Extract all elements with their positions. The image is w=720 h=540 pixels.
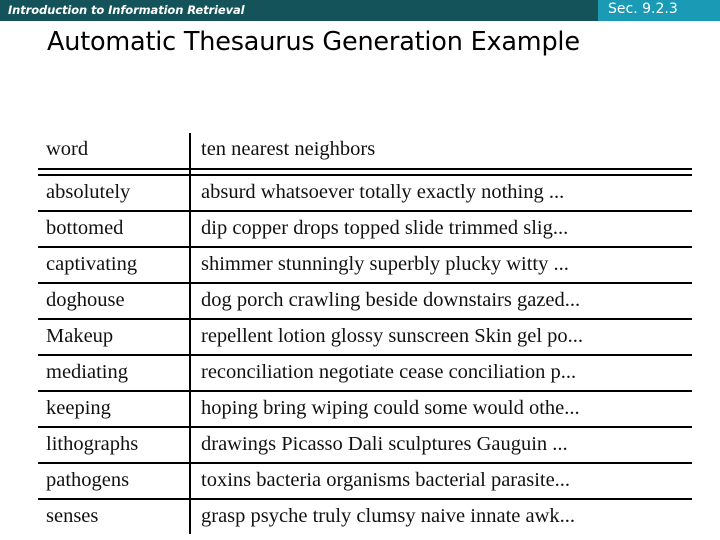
row-neighbors: dog porch crawling beside downstairs gaz… [190,283,692,320]
table-row: lithographs drawings Picasso Dali sculpt… [38,427,692,464]
table-row: absolutely absurd whatsoever totally exa… [38,175,692,212]
row-word: doghouse [38,283,191,320]
row-word: keeping [38,391,191,428]
row-neighbors: hoping bring wiping could some would oth… [190,391,692,428]
row-word: bottomed [38,211,191,248]
row-neighbors: grasp psyche truly clumsy naive innate a… [201,505,576,527]
row-word: senses [38,499,191,534]
row-neighbors: drawings Picasso Dali sculptures Gauguin… [190,427,692,464]
table-row: pathogens toxins bacteria organisms bact… [38,463,692,500]
page-title: Automatic Thesaurus Generation Example [47,27,580,57]
row-neighbors: dip copper drops topped slide trimmed sl… [190,211,692,248]
table-row: bottomed dip copper drops topped slide t… [38,211,692,248]
row-neighbors: shimmer stunningly superbly plucky witty… [190,247,692,284]
table-row: senses grasp psyche truly clumsy naive i… [38,499,692,534]
column-header-neighbors: ten nearest neighbors [190,133,692,170]
row-word: mediating [38,355,191,392]
thesaurus-table-body: word ten nearest neighbors absolutely ab… [38,133,692,534]
row-word: absolutely [38,175,191,212]
row-neighbors: repellent lotion glossy sunscreen Skin g… [190,319,692,356]
course-title: Introduction to Information Retrieval [8,3,245,17]
table-row: mediating reconciliation negotiate cease… [38,355,692,392]
table-row: captivating shimmer stunningly superbly … [38,247,692,284]
row-word: Makeup [38,319,191,356]
table-row: Makeup repellent lotion glossy sunscreen… [38,319,692,356]
thesaurus-table: word ten nearest neighbors absolutely ab… [38,133,692,534]
table-row: doghouse dog porch crawling beside downs… [38,283,692,320]
slide-header-bar: Introduction to Information Retrieval Se… [0,0,720,21]
row-neighbors: reconciliation negotiate cease conciliat… [190,355,692,392]
row-word: pathogens [38,463,191,500]
thesaurus-table-container: word ten nearest neighbors absolutely ab… [38,133,692,540]
row-neighbors: toxins bacteria organisms bacterial para… [190,463,692,500]
table-row: keeping hoping bring wiping could some w… [38,391,692,428]
column-header-word: word [38,133,191,170]
table-header-row: word ten nearest neighbors [38,133,692,170]
row-neighbors: absurd whatsoever totally exactly nothin… [190,175,692,212]
row-word: captivating [38,247,191,284]
section-number-label: Sec. 9.2.3 [608,1,678,17]
section-badge: Sec. 9.2.3 [598,0,720,21]
row-word: lithographs [38,427,191,464]
